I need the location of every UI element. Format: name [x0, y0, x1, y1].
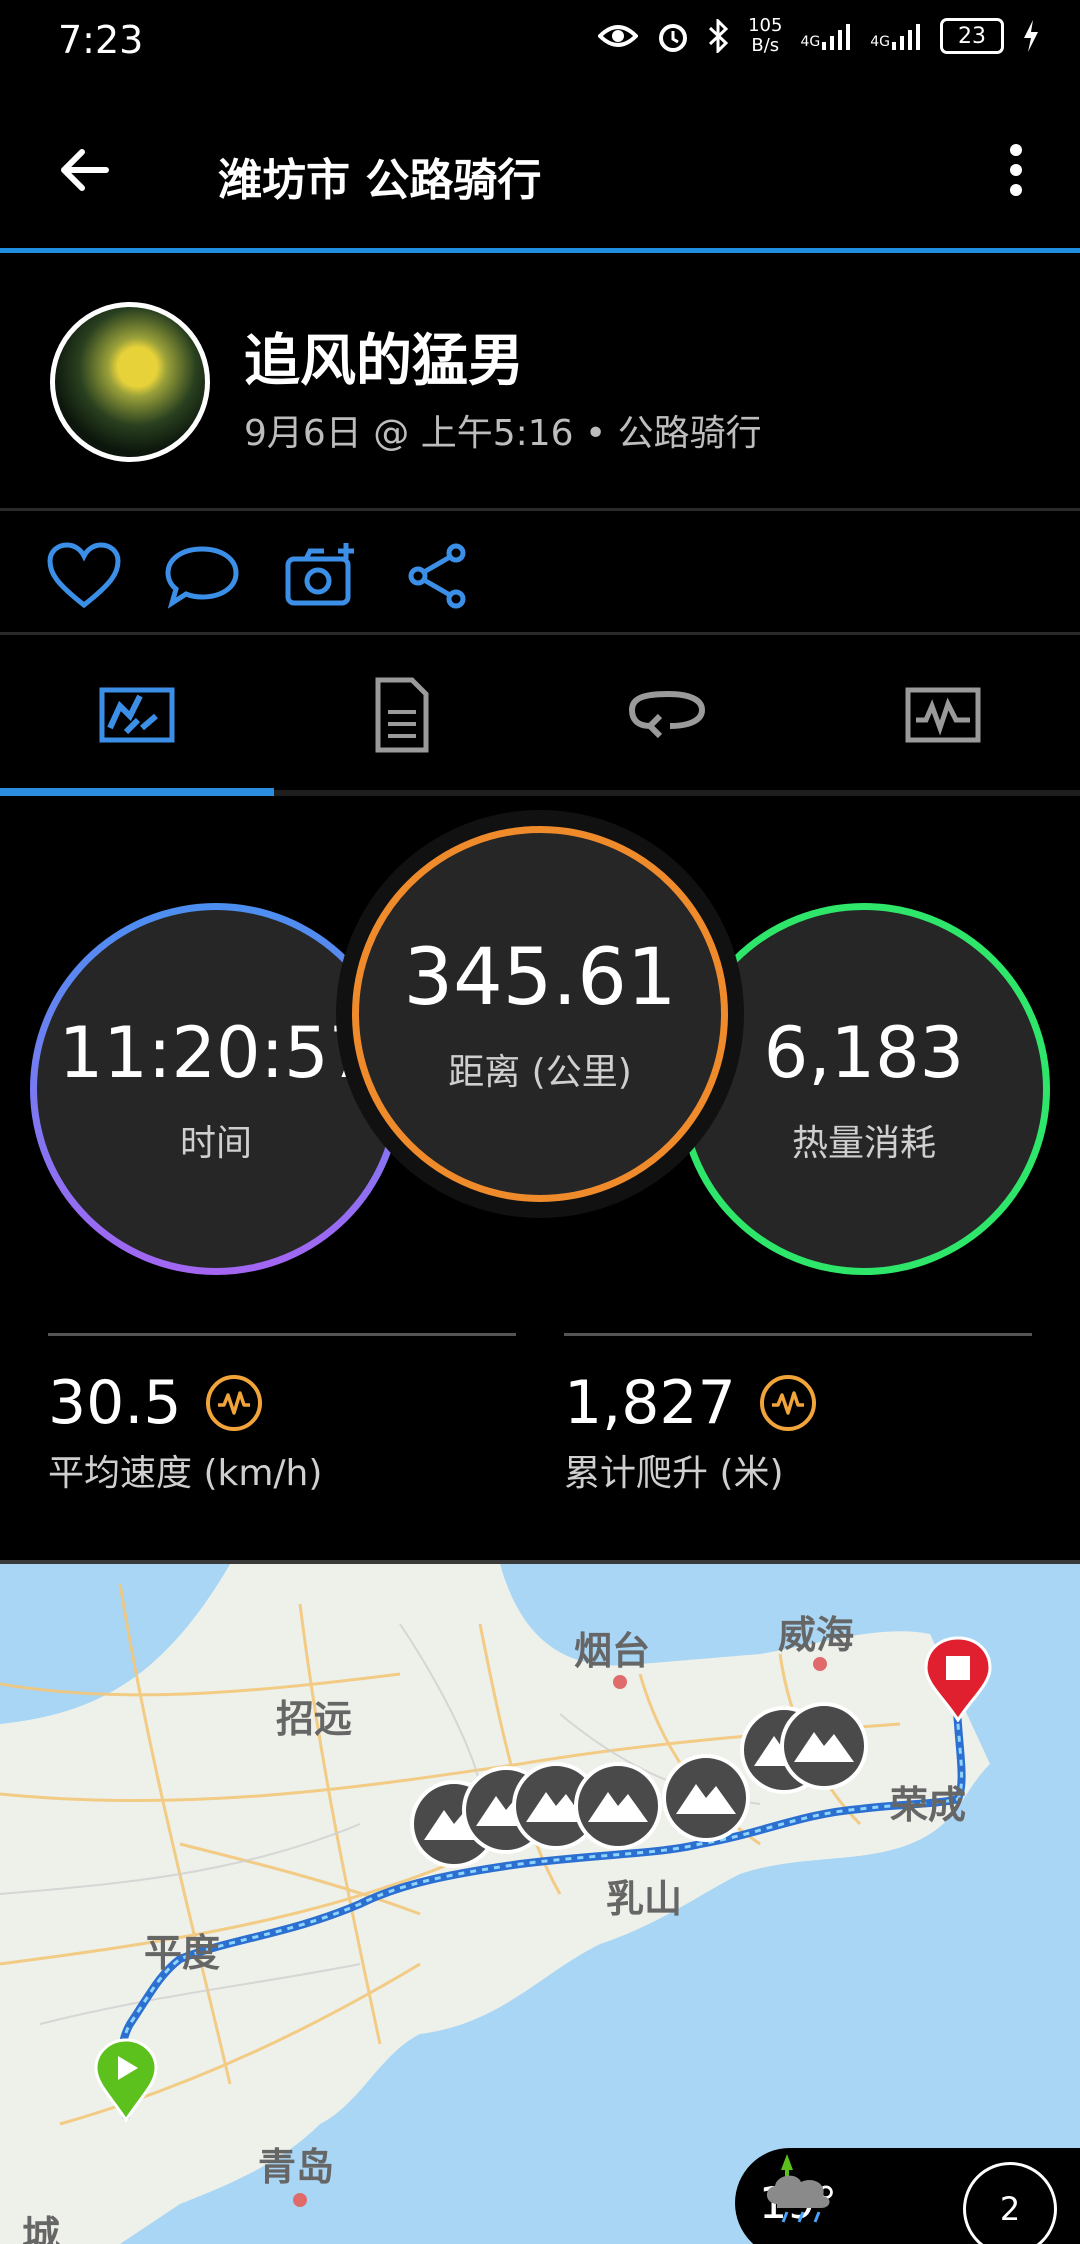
- route-map[interactable]: 烟台 威海 招远 荣成 乳山 平度 青岛 城 19° 2: [0, 1564, 1080, 2244]
- calories-value: 6,183: [763, 1012, 965, 1094]
- distance-label: 距离 (公里): [448, 1052, 632, 1093]
- tab-bar: [0, 636, 1080, 796]
- charging-icon: [1024, 20, 1038, 52]
- end-pin-icon[interactable]: [924, 1636, 992, 1722]
- status-bar: 7:23 105 B/s 4G 4G 23: [0, 0, 1080, 84]
- avatar[interactable]: [50, 302, 210, 462]
- stat-divider: [564, 1333, 1032, 1336]
- distance-value: 345.61: [403, 933, 677, 1023]
- status-icons: 105 B/s 4G 4G 23: [598, 16, 1040, 56]
- signal-bars-icon: [892, 24, 920, 50]
- network-type-1: 4G: [800, 34, 821, 50]
- back-arrow-icon[interactable]: [52, 138, 116, 202]
- climb-marker-icon[interactable]: [572, 1760, 664, 1852]
- bluetooth-icon: [709, 19, 729, 53]
- header-accent-line: [0, 248, 1080, 253]
- tab-laps[interactable]: [628, 676, 706, 754]
- time-metric: 11:20:57 时间: [30, 903, 402, 1275]
- weather-widget[interactable]: 19° 2: [735, 2148, 1080, 2244]
- badge-count: 2: [999, 2190, 1021, 2228]
- total-ascent-stat: 1,827: [564, 1368, 816, 1438]
- performance-icon[interactable]: [205, 1375, 262, 1431]
- activity-meta: 9月6日 @ 上午5:16 • 公路骑行: [244, 413, 762, 454]
- signal-bars-icon: [822, 24, 851, 50]
- total-ascent-value: 1,827: [564, 1368, 736, 1438]
- active-tab-indicator: [0, 788, 274, 796]
- network-speed-value: 105: [748, 15, 783, 36]
- city-label: 荣成: [890, 1783, 967, 1827]
- tab-graphs[interactable]: [904, 676, 982, 754]
- avg-speed-stat: 30.5: [48, 1368, 262, 1438]
- app-bar: 潍坊市 公路骑行: [0, 84, 1080, 250]
- add-photo-icon[interactable]: [284, 541, 360, 611]
- network-speed-unit: B/s: [751, 35, 780, 56]
- time-label: 时间: [179, 1123, 252, 1164]
- city-label: 城: [22, 2213, 61, 2244]
- tab-track: [274, 790, 1080, 796]
- status-time: 7:23: [58, 18, 144, 62]
- action-bar: [0, 511, 1080, 631]
- more-options-icon[interactable]: [996, 138, 1036, 202]
- user-name[interactable]: 追风的猛男: [244, 316, 524, 397]
- city-label: 烟台: [574, 1629, 651, 1673]
- divider: [0, 632, 1080, 635]
- battery-indicator: 23: [940, 18, 1004, 54]
- calories-metric: 6,183 热量消耗: [678, 903, 1050, 1275]
- signal-2: 4G: [870, 22, 922, 50]
- map-canvas: [0, 1564, 1080, 2244]
- calories-label: 热量消耗: [791, 1123, 936, 1164]
- count-badge[interactable]: 2: [963, 2162, 1057, 2244]
- signal-1: 4G: [800, 22, 852, 50]
- total-ascent-label: 累计爬升 (米): [564, 1453, 784, 1494]
- city-label: 威海: [778, 1613, 855, 1657]
- city-label: 招远: [276, 1697, 353, 1741]
- time-value: 11:20:57: [58, 1012, 374, 1094]
- network-speed: 105 B/s: [748, 16, 782, 56]
- tab-summary[interactable]: [98, 676, 176, 754]
- distance-metric: 345.61 距离 (公里): [352, 826, 728, 1202]
- comment-icon[interactable]: [164, 541, 240, 611]
- page-title: 潍坊市 公路骑行: [218, 155, 542, 206]
- city-label: 青岛: [258, 2145, 335, 2189]
- start-pin-icon[interactable]: [94, 2038, 158, 2122]
- eye-icon: [598, 25, 639, 47]
- rain-cloud-icon: [766, 2154, 830, 2223]
- avg-speed-label: 平均速度 (km/h): [48, 1453, 323, 1494]
- climb-marker-icon[interactable]: [778, 1700, 870, 1792]
- avg-speed-value: 30.5: [48, 1368, 182, 1438]
- alarm-icon: [659, 24, 688, 52]
- like-heart-icon[interactable]: [46, 541, 122, 611]
- city-label: 乳山: [606, 1877, 683, 1921]
- battery-level: 23: [958, 23, 986, 49]
- performance-icon[interactable]: [759, 1375, 816, 1431]
- stat-divider: [48, 1333, 516, 1336]
- city-label: 平度: [144, 1931, 221, 1975]
- network-type-2: 4G: [870, 34, 890, 50]
- tab-details[interactable]: [362, 676, 440, 754]
- share-icon[interactable]: [404, 541, 480, 611]
